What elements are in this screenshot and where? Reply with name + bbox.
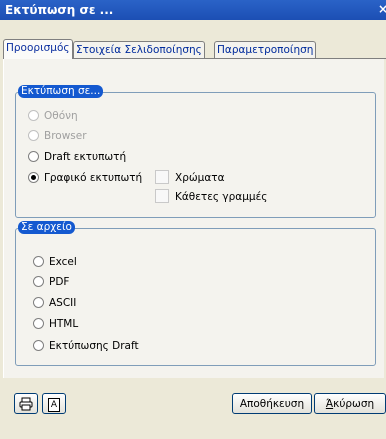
radio-pdf-label: PDF <box>49 276 70 288</box>
button-bar: A Αποθήκευση Άκύρωση <box>0 378 386 439</box>
radio-graphic-printer-label: Γραφικό εκτυπωτή <box>44 172 143 184</box>
radio-icon <box>33 317 44 329</box>
radio-draft-file-label: Εκτύπωσης Draft <box>49 340 139 352</box>
radio-screen-label: Οθόνη <box>44 110 78 122</box>
checkbox-icon <box>155 189 169 203</box>
preview-button[interactable]: A <box>42 393 66 414</box>
radio-icon <box>33 339 44 351</box>
tab-panel: Εκτύπωση σε... Οθόνη Browser Draft εκτυπ… <box>3 59 384 378</box>
radio-ascii-label: ASCII <box>49 297 77 309</box>
checkbox-colors-label: Χρώματα <box>175 172 225 184</box>
radio-icon <box>33 296 44 308</box>
tab-parameters[interactable]: Παραμετροποίηση <box>214 41 317 58</box>
radio-icon <box>28 109 39 121</box>
print-to-legend: Εκτύπωση σε... <box>18 85 104 98</box>
printer-icon <box>19 397 33 411</box>
checkbox-icon <box>155 170 169 184</box>
tab-pagination[interactable]: Στοιχεία Σελιδοποίησης <box>73 41 205 58</box>
radio-selected-icon <box>28 171 39 183</box>
radio-graphic-printer[interactable]: Γραφικό εκτυπωτή <box>28 171 142 185</box>
close-button[interactable]: × <box>378 2 386 16</box>
title-bar: Εκτύπωση σε ... × <box>0 0 386 20</box>
save-button[interactable]: Αποθήκευση <box>232 393 312 414</box>
radio-icon <box>28 150 39 162</box>
radio-draft-printer[interactable]: Draft εκτυπωτή <box>28 150 126 164</box>
print-button[interactable] <box>14 393 38 414</box>
file-legend: Σε αρχείο <box>18 221 75 234</box>
cancel-button[interactable]: Άκύρωση <box>314 393 386 414</box>
radio-icon <box>33 275 44 287</box>
radio-browser-label: Browser <box>44 130 87 142</box>
checkbox-vertical-lines[interactable]: Κάθετες γραμμές <box>155 189 268 204</box>
radio-excel-label: Excel <box>49 256 77 268</box>
radio-browser[interactable]: Browser <box>28 129 87 143</box>
window-title: Εκτύπωση σε ... <box>5 3 114 17</box>
radio-draft-printer-label: Draft εκτυπωτή <box>44 151 127 163</box>
radio-icon <box>28 129 39 141</box>
cancel-label: κύρωση <box>333 398 375 410</box>
preview-icon: A <box>48 398 60 412</box>
radio-html-label: HTML <box>49 318 79 330</box>
radio-excel[interactable]: Excel <box>33 255 77 269</box>
checkbox-vertical-lines-label: Κάθετες γραμμές <box>175 191 268 203</box>
checkbox-colors[interactable]: Χρώματα <box>155 170 225 185</box>
radio-ascii[interactable]: ASCII <box>33 296 76 310</box>
radio-html[interactable]: HTML <box>33 317 78 331</box>
tab-destination[interactable]: Προορισμός <box>3 39 73 59</box>
radio-icon <box>33 255 44 267</box>
radio-pdf[interactable]: PDF <box>33 275 69 289</box>
radio-draft-file[interactable]: Εκτύπωσης Draft <box>33 339 139 353</box>
radio-screen[interactable]: Οθόνη <box>28 109 78 123</box>
